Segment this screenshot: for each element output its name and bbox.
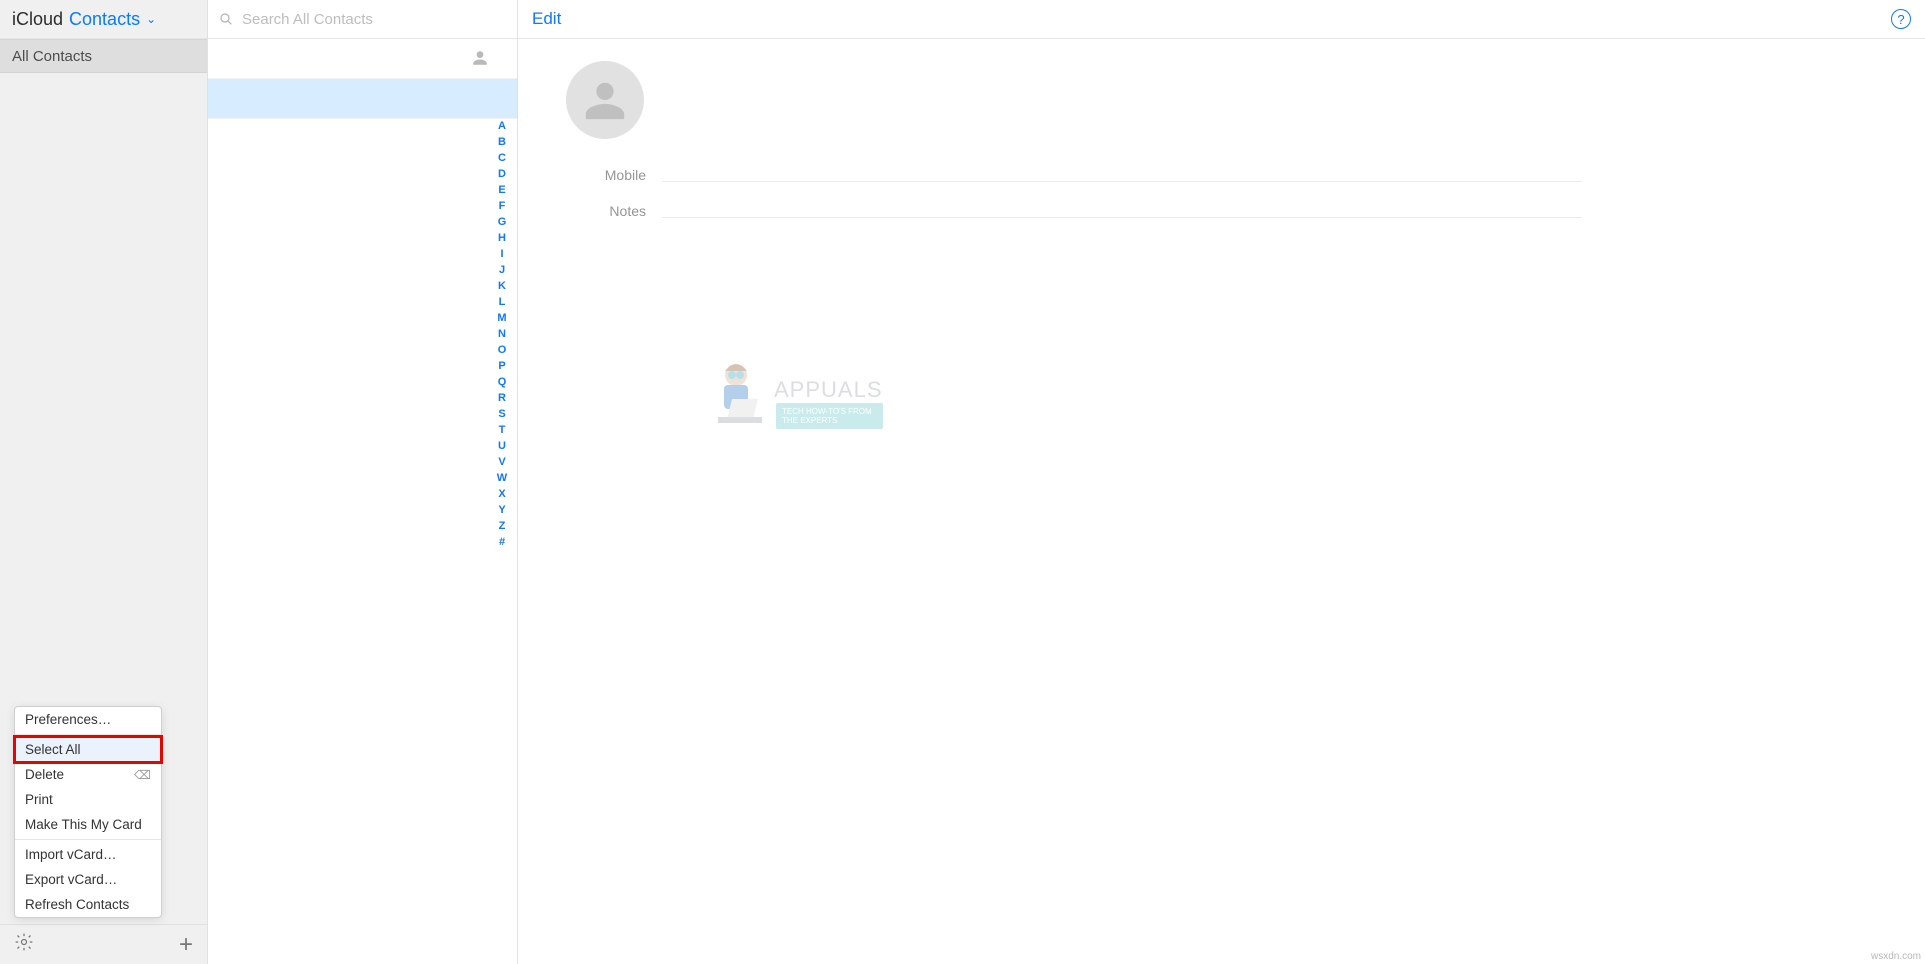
app-title: iCloud <box>12 9 63 30</box>
index-letter-n[interactable]: N <box>498 328 506 340</box>
gear-icon <box>14 932 34 952</box>
sidebar-item-all-contacts[interactable]: All Contacts <box>0 39 207 73</box>
detail-body: Mobile Notes APPUALS <box>518 39 1925 964</box>
contact-avatar[interactable] <box>566 61 644 139</box>
notes-value-line[interactable] <box>662 204 1582 218</box>
index-letter-k[interactable]: K <box>498 280 506 292</box>
contact-list <box>208 39 517 964</box>
chevron-down-icon: ⌄ <box>146 12 156 26</box>
index-letter-y[interactable]: Y <box>498 504 505 516</box>
index-letter-m[interactable]: M <box>497 312 506 324</box>
index-letter-r[interactable]: R <box>498 392 506 404</box>
index-letter-g[interactable]: G <box>498 216 507 228</box>
index-letter-b[interactable]: B <box>498 136 506 148</box>
field-mobile: Mobile <box>566 167 1925 183</box>
index-letter-d[interactable]: D <box>498 168 506 180</box>
sidebar-footer: + <box>0 924 207 964</box>
watermark-mascot-icon <box>704 359 774 429</box>
contact-row-me[interactable] <box>208 39 517 79</box>
settings-popup-menu: Preferences… Select All Delete ⌫ Print M… <box>14 706 162 918</box>
menu-preferences[interactable]: Preferences… <box>15 707 161 732</box>
me-card-icon <box>471 49 489 72</box>
menu-export-vcard[interactable]: Export vCard… <box>15 867 161 892</box>
help-icon: ? <box>1897 12 1904 27</box>
index-letter-w[interactable]: W <box>497 472 507 484</box>
menu-select-all[interactable]: Select All <box>15 737 161 762</box>
menu-delete[interactable]: Delete ⌫ <box>15 762 161 787</box>
index-letter-t[interactable]: T <box>499 424 506 436</box>
search-icon <box>218 11 234 27</box>
index-letter-x[interactable]: X <box>498 488 505 500</box>
index-letter-h[interactable]: H <box>498 232 506 244</box>
index-letter-j[interactable]: J <box>499 264 505 276</box>
person-silhouette-icon <box>582 77 628 123</box>
watermark-tagline: TECH HOW-TO'S FROM THE EXPERTS <box>776 403 883 429</box>
index-letter-u[interactable]: U <box>498 440 506 452</box>
menu-make-my-card[interactable]: Make This My Card <box>15 812 161 837</box>
alpha-index-strip: ABCDEFGHIJKLMNOPQRSTUVWXYZ # <box>493 120 511 944</box>
menu-separator <box>15 839 161 840</box>
menu-refresh-contacts[interactable]: Refresh Contacts <box>15 892 161 917</box>
index-letter-z[interactable]: Z <box>499 520 506 532</box>
index-letter-i[interactable]: I <box>500 248 503 260</box>
mobile-value-line[interactable] <box>662 168 1582 182</box>
field-notes: Notes <box>566 203 1925 219</box>
menu-print[interactable]: Print <box>15 787 161 812</box>
sidebar-group-label: All Contacts <box>12 48 92 65</box>
index-letter-p[interactable]: P <box>498 360 505 372</box>
index-letter-a[interactable]: A <box>498 120 506 132</box>
search-input[interactable] <box>242 11 507 28</box>
sidebar-header: iCloud Contacts ⌄ <box>0 0 207 39</box>
index-letter-v[interactable]: V <box>498 456 505 468</box>
index-letter-f[interactable]: F <box>499 200 506 212</box>
detail-header: Edit ? <box>518 0 1925 39</box>
delete-shortcut-icon: ⌫ <box>134 768 151 782</box>
edit-button[interactable]: Edit <box>532 9 561 29</box>
index-letter-#[interactable]: # <box>499 536 505 548</box>
sidebar: iCloud Contacts ⌄ All Contacts Preferenc… <box>0 0 208 964</box>
index-letter-c[interactable]: C <box>498 152 506 164</box>
index-letter-e[interactable]: E <box>498 184 505 196</box>
help-button[interactable]: ? <box>1891 9 1911 29</box>
detail-pane: Edit ? Mobile Notes <box>518 0 1925 964</box>
index-letter-s[interactable]: S <box>498 408 505 420</box>
watermark: APPUALS TECH HOW-TO'S FROM THE EXPERTS <box>704 359 883 429</box>
add-contact-button[interactable]: + <box>179 933 193 957</box>
section-title: Contacts <box>69 9 140 30</box>
section-dropdown[interactable]: Contacts ⌄ <box>63 9 156 30</box>
index-letter-q[interactable]: Q <box>498 376 507 388</box>
index-letter-l[interactable]: L <box>499 296 506 308</box>
mobile-label: Mobile <box>566 167 662 183</box>
settings-gear-button[interactable] <box>14 932 34 957</box>
contacts-column: ABCDEFGHIJKLMNOPQRSTUVWXYZ # <box>208 0 518 964</box>
source-attribution: wsxdn.com <box>1871 951 1921 962</box>
notes-label: Notes <box>566 203 662 219</box>
index-letter-o[interactable]: O <box>498 344 507 356</box>
watermark-brand: APPUALS <box>774 377 883 403</box>
search-bar <box>208 0 517 39</box>
menu-import-vcard[interactable]: Import vCard… <box>15 842 161 867</box>
menu-separator <box>15 734 161 735</box>
contact-row-selected[interactable] <box>208 79 517 119</box>
